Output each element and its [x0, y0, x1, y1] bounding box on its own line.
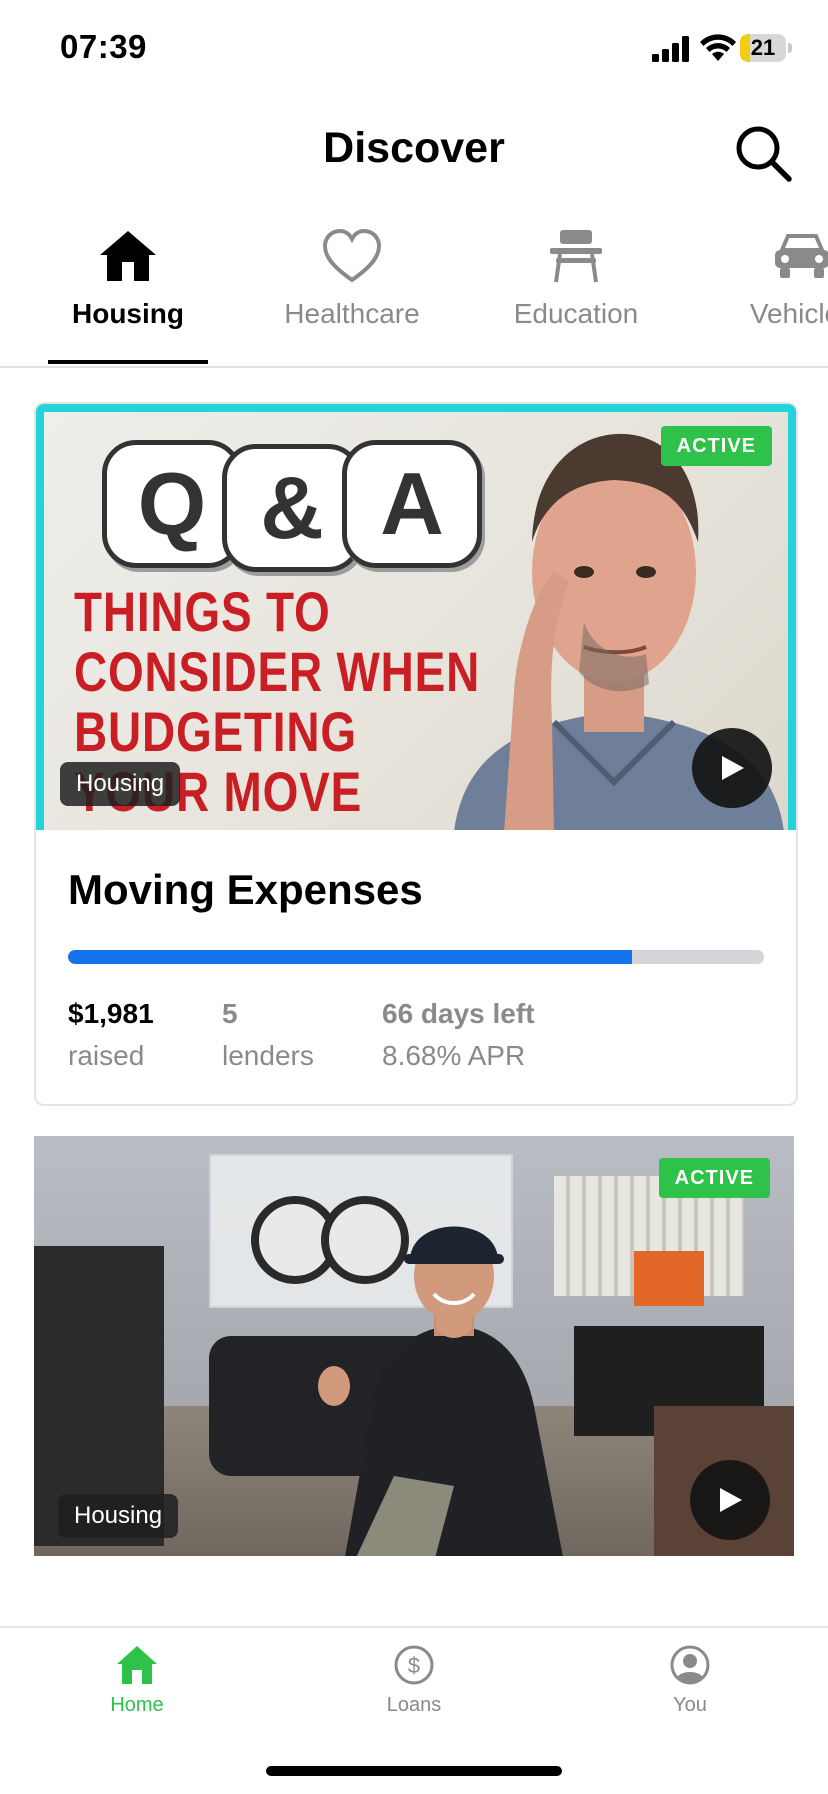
funding-progress-bar	[68, 950, 764, 964]
play-button[interactable]	[692, 728, 772, 808]
nav-label: You	[673, 1694, 707, 1716]
tab-label: Vehicles	[749, 298, 828, 329]
tab-vehicles[interactable]: Vehicles	[722, 220, 828, 366]
tab-housing[interactable]: Housing	[48, 220, 208, 366]
qa-letter: Q	[137, 454, 207, 553]
status-bar: 07:39 21	[0, 0, 828, 100]
raised-value: $1,981	[68, 998, 154, 1029]
search-icon[interactable]	[732, 122, 794, 184]
tab-education[interactable]: Education	[496, 220, 656, 366]
home-icon	[117, 1646, 157, 1684]
funding-progress-fill	[68, 950, 632, 964]
nav-you[interactable]: You	[620, 1644, 760, 1744]
active-tab-indicator	[48, 360, 208, 364]
page-title: Discover	[323, 124, 505, 172]
status-badge: ACTIVE	[660, 426, 772, 466]
battery-level: 21	[750, 35, 776, 60]
tab-healthcare[interactable]: Healthcare	[272, 220, 432, 366]
dollar-circle-icon: $	[394, 1645, 434, 1685]
card-title: Moving Expenses	[68, 866, 423, 913]
lenders-value: 5	[222, 998, 238, 1029]
tab-label: Healthcare	[284, 298, 420, 329]
nav-label: Loans	[386, 1694, 442, 1716]
qa-letter: &	[260, 458, 324, 557]
tab-label: Housing	[72, 298, 184, 329]
user-circle-icon	[670, 1645, 710, 1685]
loan-card[interactable]: ACTIVE Housing	[34, 1136, 794, 1556]
nav-home[interactable]: Home	[67, 1644, 207, 1744]
nav-label: Home	[110, 1694, 164, 1716]
presenter-illustration	[318, 1226, 563, 1556]
battery-icon: 21	[740, 34, 792, 62]
wifi-icon	[700, 34, 736, 61]
status-time: 07:39	[60, 28, 147, 65]
school-desk-icon	[550, 230, 602, 283]
status-badge: ACTIVE	[658, 1158, 770, 1198]
apr-rate: 8.68% APR	[382, 1040, 526, 1071]
heart-icon	[322, 228, 382, 283]
days-left: 66 days left	[382, 998, 535, 1029]
loan-card[interactable]: Q & A THINGS TO CONSIDER WHEN BUDGETING …	[34, 402, 798, 1106]
category-tabs: Housing Healthcare Education Vehicles	[0, 220, 828, 368]
svg-text:$: $	[408, 1653, 420, 1678]
tab-label: Education	[513, 298, 639, 329]
raised-stat: $1,981 raised	[68, 998, 154, 1072]
home-indicator	[266, 1766, 562, 1776]
lenders-label: lenders	[222, 1040, 314, 1071]
term-stat: 66 days left 8.68% APR	[382, 998, 535, 1072]
lenders-stat: 5 lenders	[222, 998, 314, 1072]
category-badge: Housing	[58, 1494, 179, 1538]
play-icon	[722, 756, 744, 780]
nav-loans[interactable]: $ Loans	[344, 1644, 484, 1744]
category-badge: Housing	[60, 762, 181, 806]
house-icon	[100, 231, 156, 281]
play-button[interactable]	[690, 1460, 770, 1540]
raised-label: raised	[68, 1040, 145, 1071]
video-thumbnail[interactable]: Q & A THINGS TO CONSIDER WHEN BUDGETING …	[36, 404, 796, 830]
car-icon	[775, 234, 828, 278]
play-icon	[720, 1488, 742, 1512]
cellular-signal-icon	[652, 36, 689, 62]
video-thumbnail[interactable]: ACTIVE Housing	[34, 1136, 794, 1556]
